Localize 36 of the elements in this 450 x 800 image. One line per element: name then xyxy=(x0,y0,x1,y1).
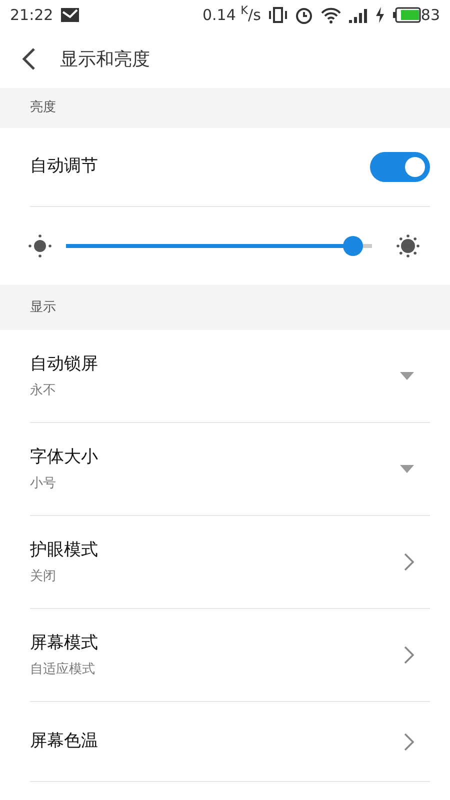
chevron-right-icon xyxy=(404,732,414,750)
battery-percent: 83 xyxy=(420,4,440,26)
setting-label: 屏幕色温 xyxy=(30,730,98,753)
back-button[interactable] xyxy=(22,47,36,71)
setting-value: 关闭 xyxy=(30,568,57,586)
status-time: 21:22 xyxy=(10,4,54,26)
chevron-right-icon xyxy=(404,553,414,571)
brightness-low-icon xyxy=(28,234,52,258)
setting-label: 屏幕模式 xyxy=(30,632,98,654)
battery-icon xyxy=(392,7,421,23)
setting-value: 自适应模式 xyxy=(30,661,96,679)
toggle-switch[interactable] xyxy=(370,152,430,182)
setting-label: 护眼模式 xyxy=(30,538,98,562)
setting-value: 小号 xyxy=(30,475,57,493)
section-header: 亮度 xyxy=(0,88,450,128)
setting-row[interactable]: 护眼模式 关闭 xyxy=(30,516,430,609)
setting-label: 自动调节 xyxy=(30,155,98,178)
setting-label: 自动锁屏 xyxy=(30,352,98,376)
brightness-high-icon xyxy=(396,234,420,258)
dropdown-arrow-icon xyxy=(400,372,414,380)
chevron-right-icon xyxy=(404,646,414,664)
setting-row[interactable]: 屏幕模式 自适应模式 xyxy=(30,609,430,702)
setting-label: 字体大小 xyxy=(30,446,98,468)
charging-icon xyxy=(374,7,385,23)
network-speed: 0.14 $^{K}$/s xyxy=(202,4,261,26)
setting-row[interactable]: 自动锁屏 永不 xyxy=(30,330,430,423)
signal-icon xyxy=(348,7,367,23)
setting-row[interactable]: 字体大小 小号 xyxy=(30,423,430,516)
page-title: 显示和亮度 xyxy=(60,48,150,72)
setting-row[interactable]: 屏幕色温 xyxy=(30,702,430,782)
setting-value: 永不 xyxy=(30,382,57,400)
wifi-icon xyxy=(320,6,341,24)
dropdown-arrow-icon xyxy=(400,465,414,473)
vibrate-icon xyxy=(268,6,287,24)
alarm-icon xyxy=(294,6,313,24)
section-header: 显示 xyxy=(0,285,450,330)
